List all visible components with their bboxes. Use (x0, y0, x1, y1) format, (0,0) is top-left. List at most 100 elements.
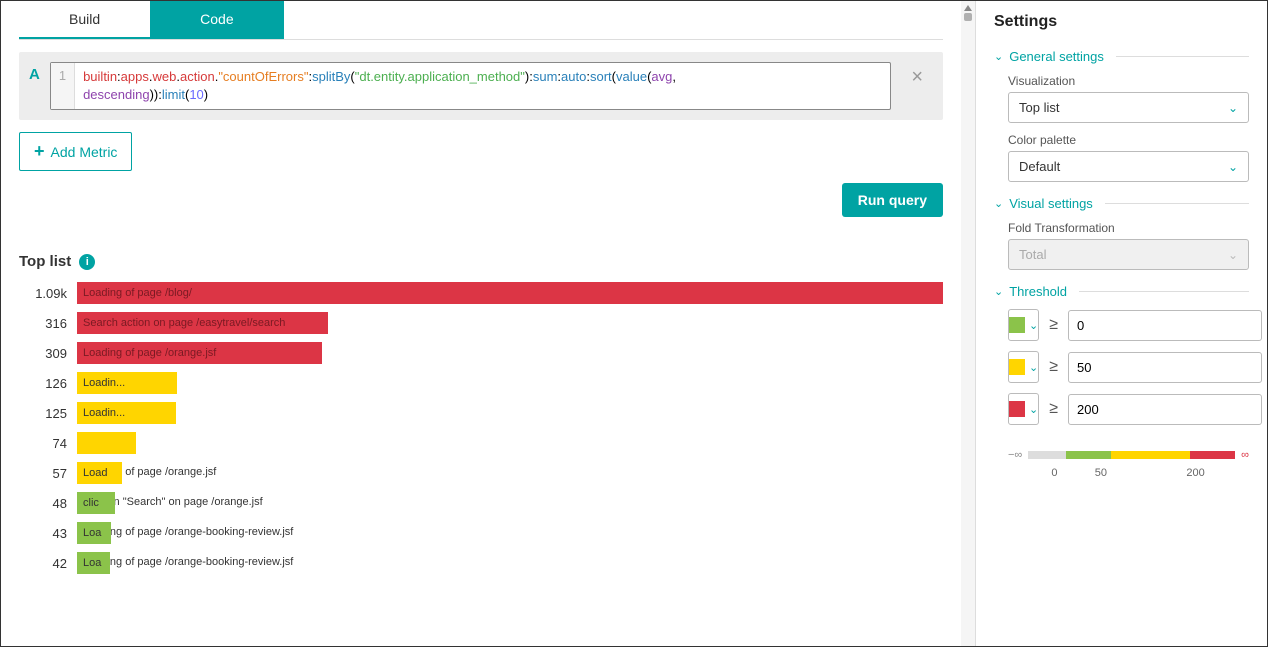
chevron-down-icon: ⌄ (994, 285, 1003, 298)
threshold-value-input[interactable] (1068, 310, 1262, 341)
chevron-down-icon: ⌄ (994, 197, 1003, 210)
bar-label: Loading of page /orange-booking-review.j… (83, 526, 293, 538)
chevron-down-icon: ⌄ (1029, 361, 1038, 374)
add-metric-label: Add Metric (51, 144, 118, 160)
plus-icon: + (34, 141, 45, 162)
bar-value: 57 (19, 466, 67, 481)
section-general-settings[interactable]: ⌄ General settings (994, 49, 1249, 64)
threshold-item: ⌄≥ (1008, 393, 1249, 425)
section-visual-settings[interactable]: ⌄ Visual settings (994, 196, 1249, 211)
add-metric-button[interactable]: + Add Metric (19, 132, 132, 171)
threshold-value-input[interactable] (1068, 352, 1262, 383)
bar-track[interactable] (77, 432, 943, 454)
bar-value: 43 (19, 526, 67, 541)
threshold-item: ⌄≥ (1008, 351, 1249, 383)
bar-fill: Loadin... (77, 372, 177, 394)
visualization-value: Top list (1019, 100, 1059, 115)
editor-tabs: Build Code (19, 1, 943, 40)
section-general-label: General settings (1009, 49, 1104, 64)
bar-value: 309 (19, 346, 67, 361)
threshold-value-input[interactable] (1068, 394, 1262, 425)
code-line-number: 1 (51, 63, 75, 109)
bar-value: 1.09k (19, 286, 67, 301)
bar-value: 316 (19, 316, 67, 331)
threshold-color-select[interactable]: ⌄ (1008, 351, 1039, 383)
bar-fill: Loading of page /blog/ (77, 282, 943, 304)
fold-value: Total (1019, 247, 1046, 262)
threshold-color-select[interactable]: ⌄ (1008, 393, 1039, 425)
threshold-operator: ≥ (1049, 316, 1058, 334)
bar-track[interactable]: Loading of page /orange.jsf (77, 342, 943, 364)
bar-fill: Load (77, 462, 122, 484)
bar-fill: Loadin... (77, 402, 176, 424)
bar-track[interactable]: Search action on page /easytravel/search (77, 312, 943, 334)
fold-label: Fold Transformation (1008, 221, 1249, 235)
chevron-down-icon: ⌄ (1029, 319, 1038, 332)
bar-track[interactable]: Loadin... (77, 372, 943, 394)
threshold-item: ⌄≥ (1008, 309, 1249, 341)
main-scrollbar[interactable] (961, 1, 975, 646)
bar-track[interactable]: Loading of page /orange.jsfLoad (77, 462, 943, 484)
info-icon[interactable]: i (79, 254, 95, 270)
code-content[interactable]: builtin:apps.web.action."countOfErrors":… (75, 63, 684, 109)
palette-value: Default (1019, 159, 1060, 174)
bar-fill: Search action on page /easytravel/search (77, 312, 328, 334)
chevron-down-icon: ⌄ (994, 50, 1003, 63)
chevron-down-icon: ⌄ (1029, 403, 1038, 416)
bar-track[interactable]: Loadin... (77, 402, 943, 424)
minus-infinity: −∞ (1008, 449, 1022, 461)
bar-row: 74 (19, 432, 943, 454)
code-editor[interactable]: 1 builtin:apps.web.action."countOfErrors… (50, 62, 891, 110)
bar-value: 74 (19, 436, 67, 451)
visualization-label: Visualization (1008, 74, 1249, 88)
color-swatch (1009, 359, 1025, 375)
palette-label: Color palette (1008, 133, 1249, 147)
query-editor-block: A 1 builtin:apps.web.action."countOfErro… (19, 52, 943, 120)
settings-title: Settings (994, 13, 1249, 31)
main-panel: Build Code A 1 builtin:apps.web.action."… (1, 1, 961, 646)
bar-row: 42Loading of page /orange-booking-review… (19, 552, 943, 574)
top-list-chart: 1.09k Loading of page /blog/316 Search act… (1, 282, 961, 602)
fold-select[interactable]: Total ⌄ (1008, 239, 1249, 270)
bar-value: 126 (19, 376, 67, 391)
threshold-operator: ≥ (1049, 400, 1058, 418)
bar-track[interactable]: Loading of page /orange-booking-review.j… (77, 552, 943, 574)
section-threshold[interactable]: ⌄ Threshold (994, 284, 1249, 299)
bar-row: 48 click on "Search" on page /orange.jsfc… (19, 492, 943, 514)
bar-row: 57 Loading of page /orange.jsfLoad (19, 462, 943, 484)
chart-title: Top list (19, 253, 71, 270)
bar-fill: Loading of page /orange.jsf (77, 342, 322, 364)
bar-fill: Loa (77, 522, 111, 544)
bar-row: 1.09k Loading of page /blog/ (19, 282, 943, 304)
threshold-color-select[interactable]: ⌄ (1008, 309, 1039, 341)
chevron-down-icon: ⌄ (1228, 248, 1238, 262)
bar-fill: clic (77, 492, 115, 514)
tab-build[interactable]: Build (19, 1, 150, 39)
bar-row: 126 Loadin... (19, 372, 943, 394)
remove-query-icon[interactable]: × (901, 62, 933, 93)
bar-row: 125Loadin... (19, 402, 943, 424)
chevron-down-icon: ⌄ (1228, 160, 1238, 174)
bar-track[interactable]: click on "Search" on page /orange.jsfcli… (77, 492, 943, 514)
threshold-gradient: −∞ ∞ (1008, 449, 1249, 461)
tab-code[interactable]: Code (150, 1, 283, 39)
bar-fill (77, 432, 136, 454)
visualization-select[interactable]: Top list ⌄ (1008, 92, 1249, 123)
bar-value: 48 (19, 496, 67, 511)
bar-row: 316 Search action on page /easytravel/sea… (19, 312, 943, 334)
bar-row: 309 Loading of page /orange.jsf (19, 342, 943, 364)
threshold-operator: ≥ (1049, 358, 1058, 376)
run-query-button[interactable]: Run query (842, 183, 943, 217)
palette-preview (1198, 162, 1216, 172)
plus-infinity: ∞ (1241, 449, 1249, 461)
color-swatch (1009, 317, 1025, 333)
chart-title-row: Top list i (1, 233, 961, 282)
bar-track[interactable]: Loading of page /orange-booking-review.j… (77, 522, 943, 544)
settings-panel: Settings ⌄ General settings Visualizatio… (975, 1, 1267, 646)
bar-label: Loading of page /orange-booking-review.j… (83, 556, 293, 568)
bar-fill: Loa (77, 552, 110, 574)
bar-track[interactable]: Loading of page /blog/ (77, 282, 943, 304)
palette-select[interactable]: Default ⌄ (1008, 151, 1249, 182)
section-visual-label: Visual settings (1009, 196, 1093, 211)
section-threshold-label: Threshold (1009, 284, 1067, 299)
